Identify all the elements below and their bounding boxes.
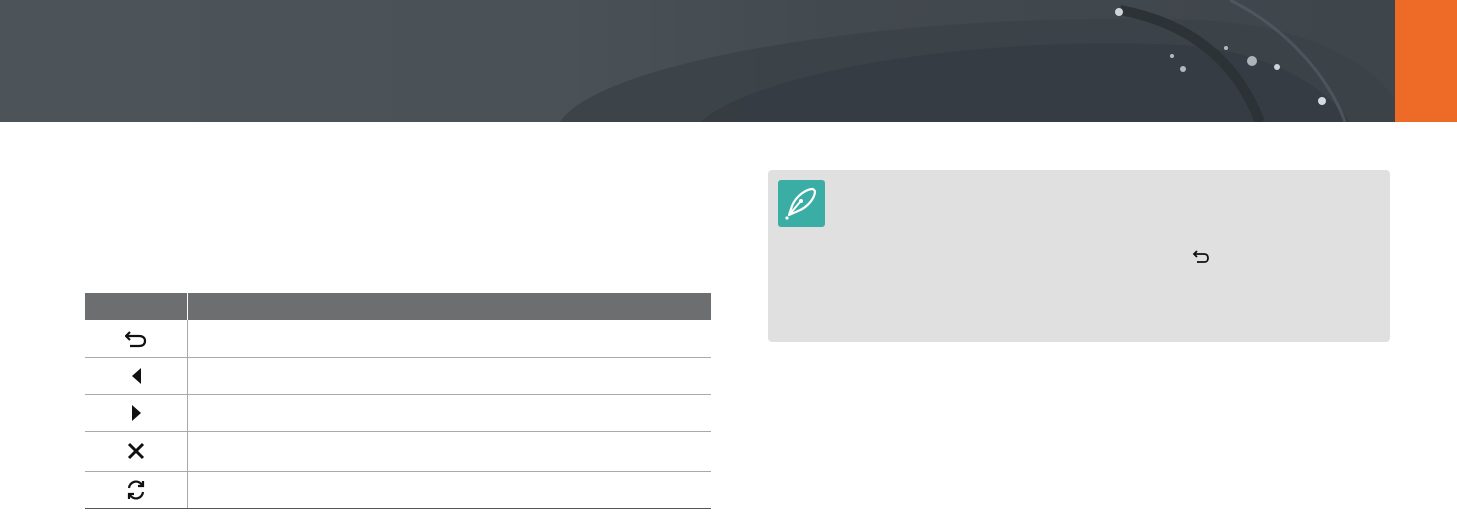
- table-cell-description: [187, 431, 711, 472]
- table-row: [85, 394, 711, 432]
- table-cell-description: [187, 357, 711, 395]
- close-x-icon: [127, 442, 145, 460]
- header-banner: [0, 0, 1395, 122]
- return-icon: [1192, 250, 1209, 263]
- note-box: [768, 170, 1390, 342]
- triangle-right-icon: [132, 404, 141, 421]
- section-tab-accent: [1395, 0, 1457, 122]
- icon-table: [85, 293, 711, 509]
- banner-artwork: [560, 0, 1395, 122]
- refresh-icon: [127, 479, 145, 500]
- table-cell-description: [187, 471, 711, 509]
- table-header-row: [85, 293, 711, 320]
- table-row: [85, 357, 711, 395]
- table-cell-description: [187, 320, 711, 358]
- return-icon: [124, 331, 147, 348]
- pen-note-icon: [778, 180, 825, 227]
- table-row: [85, 320, 711, 358]
- table-header-description: [187, 293, 711, 320]
- triangle-left-icon: [132, 367, 141, 384]
- table-header-icon: [85, 293, 188, 320]
- table-row: [85, 431, 711, 472]
- table-row: [85, 471, 711, 509]
- table-cell-description: [187, 394, 711, 432]
